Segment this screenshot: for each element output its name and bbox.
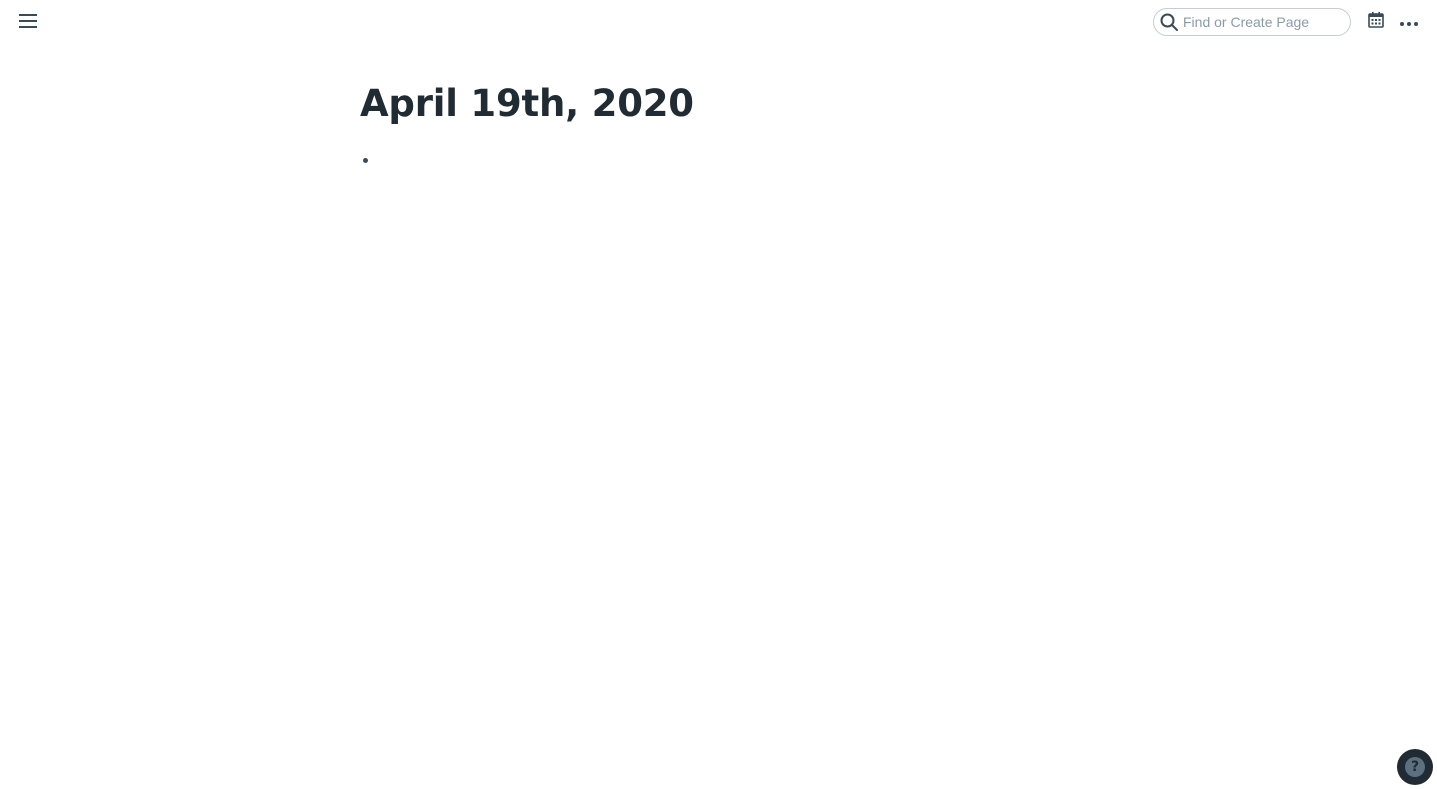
daily-notes-button[interactable] <box>1364 10 1388 34</box>
daily-note-page: April 19th, 2020 <box>360 78 1080 174</box>
page-title[interactable]: April 19th, 2020 <box>360 78 1080 130</box>
list-item[interactable] <box>360 146 1080 174</box>
help-button[interactable]: ? <box>1397 749 1433 785</box>
more-options-button[interactable] <box>1396 10 1422 34</box>
bullet-icon[interactable] <box>363 157 368 163</box>
calendar-icon <box>1368 11 1384 33</box>
block-text[interactable] <box>380 148 580 172</box>
search-icon <box>1159 12 1179 32</box>
top-bar <box>0 0 1437 46</box>
help-icon: ? <box>1405 757 1425 777</box>
sidebar-toggle-button[interactable] <box>14 9 42 37</box>
hamburger-menu-icon <box>19 13 37 33</box>
search-box[interactable] <box>1153 8 1351 36</box>
more-horizontal-icon <box>1400 13 1418 31</box>
search-input[interactable] <box>1183 14 1343 30</box>
